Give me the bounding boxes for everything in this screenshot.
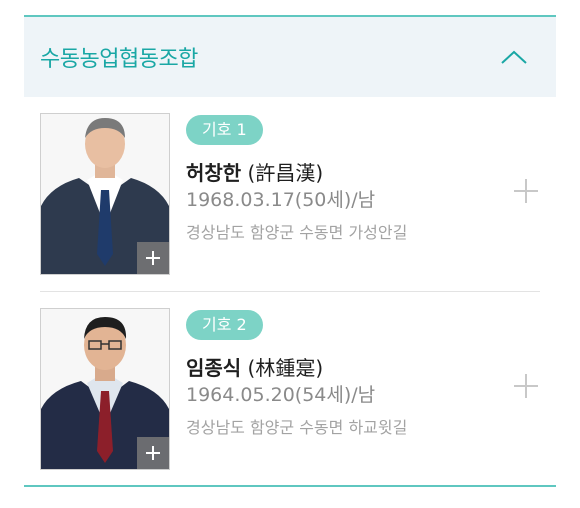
- candidate-name: 허창한: [186, 161, 242, 185]
- plus-icon: [145, 250, 161, 266]
- section-title: 수동농업협동조합: [40, 47, 198, 72]
- photo-expand-button[interactable]: [137, 437, 169, 469]
- row-divider: [40, 291, 540, 292]
- section-header[interactable]: 수동농업협동조합: [24, 17, 556, 97]
- candidate-name-line: 허창한 (許昌漢): [186, 157, 323, 186]
- candidate-birth: 1968.03.17(50세)/남: [186, 189, 376, 211]
- plus-icon: [513, 178, 539, 208]
- bottom-rule: [24, 485, 556, 487]
- candidate-name: 임종식: [186, 356, 242, 380]
- plus-icon: [145, 445, 161, 461]
- candidate-address: 경상남도 함양군 수동면 하교윗길: [186, 418, 408, 437]
- candidate-hanja: (林鍾寔): [241, 356, 324, 380]
- candidate-expand-button[interactable]: [512, 374, 540, 402]
- candidate-photo: [40, 308, 170, 470]
- candidate-card: 기호 1 허창한 (許昌漢) 1968.03.17(50세)/남 경상남도 함양…: [40, 113, 540, 275]
- candidate-photo: [40, 113, 170, 275]
- candidate-birth: 1964.05.20(54세)/남: [186, 384, 376, 406]
- candidate-hanja: (許昌漢): [241, 161, 324, 185]
- candidate-name-line: 임종식 (林鍾寔): [186, 352, 323, 381]
- candidate-number-badge: 기호 2: [186, 310, 263, 340]
- candidate-expand-button[interactable]: [512, 179, 540, 207]
- photo-expand-button[interactable]: [137, 242, 169, 274]
- candidate-card: 기호 2 임종식 (林鍾寔) 1964.05.20(54세)/남 경상남도 함양…: [40, 308, 540, 470]
- candidate-address: 경상남도 함양군 수동면 가성안길: [186, 223, 408, 242]
- plus-icon: [513, 373, 539, 403]
- chevron-up-icon[interactable]: [500, 47, 528, 67]
- candidate-number-badge: 기호 1: [186, 115, 263, 145]
